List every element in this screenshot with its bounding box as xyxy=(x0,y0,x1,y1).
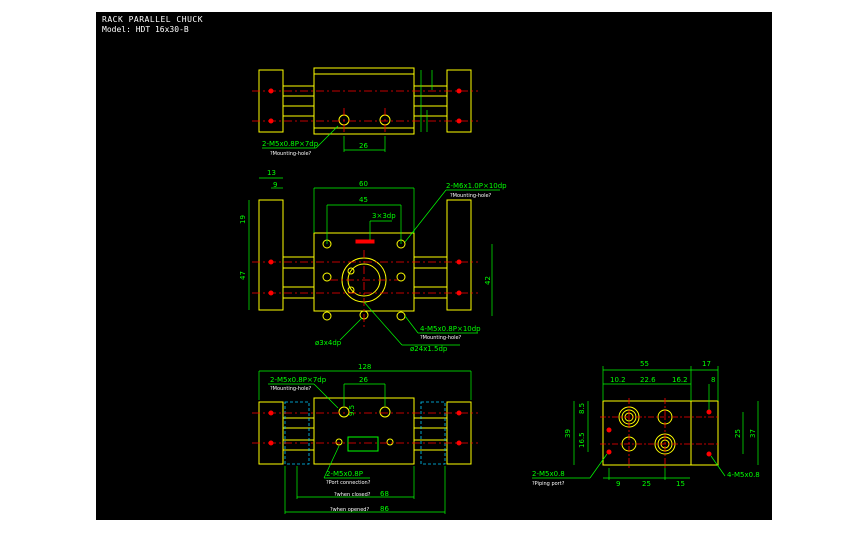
top-view xyxy=(258,67,472,135)
dim-front-phi24: ø24x1.5dp xyxy=(410,345,448,353)
dim-bot-86: 86 xyxy=(380,505,389,513)
bottom-label-plate xyxy=(347,436,379,452)
dim-side-8: 8 xyxy=(711,376,715,384)
dim-side-39: 39 xyxy=(564,429,572,438)
side-view xyxy=(602,400,719,466)
front-centerlines xyxy=(252,250,478,330)
dim-side-9: 9 xyxy=(616,480,620,488)
bottom-open-jaws xyxy=(284,401,446,465)
note-side-piping: ?Piping port? xyxy=(532,481,565,487)
bottom-view xyxy=(258,397,472,465)
dim-front-9: 9 xyxy=(273,181,277,189)
dim-front-19: 19 xyxy=(239,215,247,224)
dim-front-m6: 2-M6x1.0P×10dp xyxy=(446,182,507,190)
note-front-m6: ?Mounting-hole? xyxy=(450,193,492,199)
dim-side-55: 55 xyxy=(640,360,649,368)
dim-side-17: 17 xyxy=(702,360,711,368)
dim-front-42: 42 xyxy=(484,276,492,285)
note-top-mount: ?Mounting-hole? xyxy=(270,151,312,157)
dim-side-25: 25 xyxy=(642,480,651,488)
top-centerlines xyxy=(252,90,478,132)
note-bot-closed: ?when closed? xyxy=(334,492,371,498)
dim-bot-9-5: 9.5 xyxy=(348,405,356,416)
front-slot xyxy=(355,239,375,244)
dim-front-13: 13 xyxy=(267,169,276,177)
dim-bot-m5p: 2-M5x0.8P xyxy=(326,470,363,478)
front-dimensions xyxy=(248,177,500,346)
dim-bot-m5: 2-M5x0.8P×7dp xyxy=(270,376,327,384)
dim-front-3x3dp: 3×3dp xyxy=(372,212,396,220)
note-bot-port: ?Port connection? xyxy=(326,480,371,486)
dim-bot-26: 26 xyxy=(359,376,368,384)
dim-front-45: 45 xyxy=(359,196,368,204)
dim-front-47: 47 xyxy=(239,271,247,280)
front-view xyxy=(258,199,472,321)
dim-side-37: 37 xyxy=(749,429,757,438)
side-dim-text: 55 17 10.2 22.6 16.2 8 8.5 16.5 39 25 37… xyxy=(532,360,760,488)
dim-front-m5-10dp: 4-M5x0.8P×10dp xyxy=(420,325,481,333)
dim-side-m5-l: 2-M5x0.8 xyxy=(532,470,565,478)
note-bot-opened: ?when opened? xyxy=(330,507,369,513)
side-centerlines xyxy=(600,398,720,468)
dim-top-26: 26 xyxy=(359,142,368,150)
dim-side-10-2: 10.2 xyxy=(610,376,626,384)
dim-side-8-5: 8.5 xyxy=(578,403,586,414)
dim-side-16-5: 16.5 xyxy=(578,432,586,448)
dim-bot-128: 128 xyxy=(358,363,371,371)
dim-side-25v: 25 xyxy=(734,429,742,438)
dim-bot-68: 68 xyxy=(380,490,389,498)
note-front-m5: ?Mounting-hole? xyxy=(420,335,462,341)
note-bot-mount: ?Mounting-hole? xyxy=(270,386,312,392)
dim-side-15: 15 xyxy=(676,480,685,488)
dim-side-22-6: 22.6 xyxy=(640,376,656,384)
dim-top-m5: 2-M5x0.8P×7dp xyxy=(262,140,319,148)
technical-drawing: 26 2-M5x0.8P×7dp ?Mounting-hole? 13 9 60… xyxy=(239,67,760,514)
dim-front-phi3: ø3x4dp xyxy=(315,339,342,347)
dim-side-16-2: 16.2 xyxy=(672,376,688,384)
top-dim-text: 26 2-M5x0.8P×7dp xyxy=(262,140,368,150)
dim-front-60: 60 xyxy=(359,180,368,188)
dim-side-m5-r: 4-M5x0.8 xyxy=(727,471,760,479)
